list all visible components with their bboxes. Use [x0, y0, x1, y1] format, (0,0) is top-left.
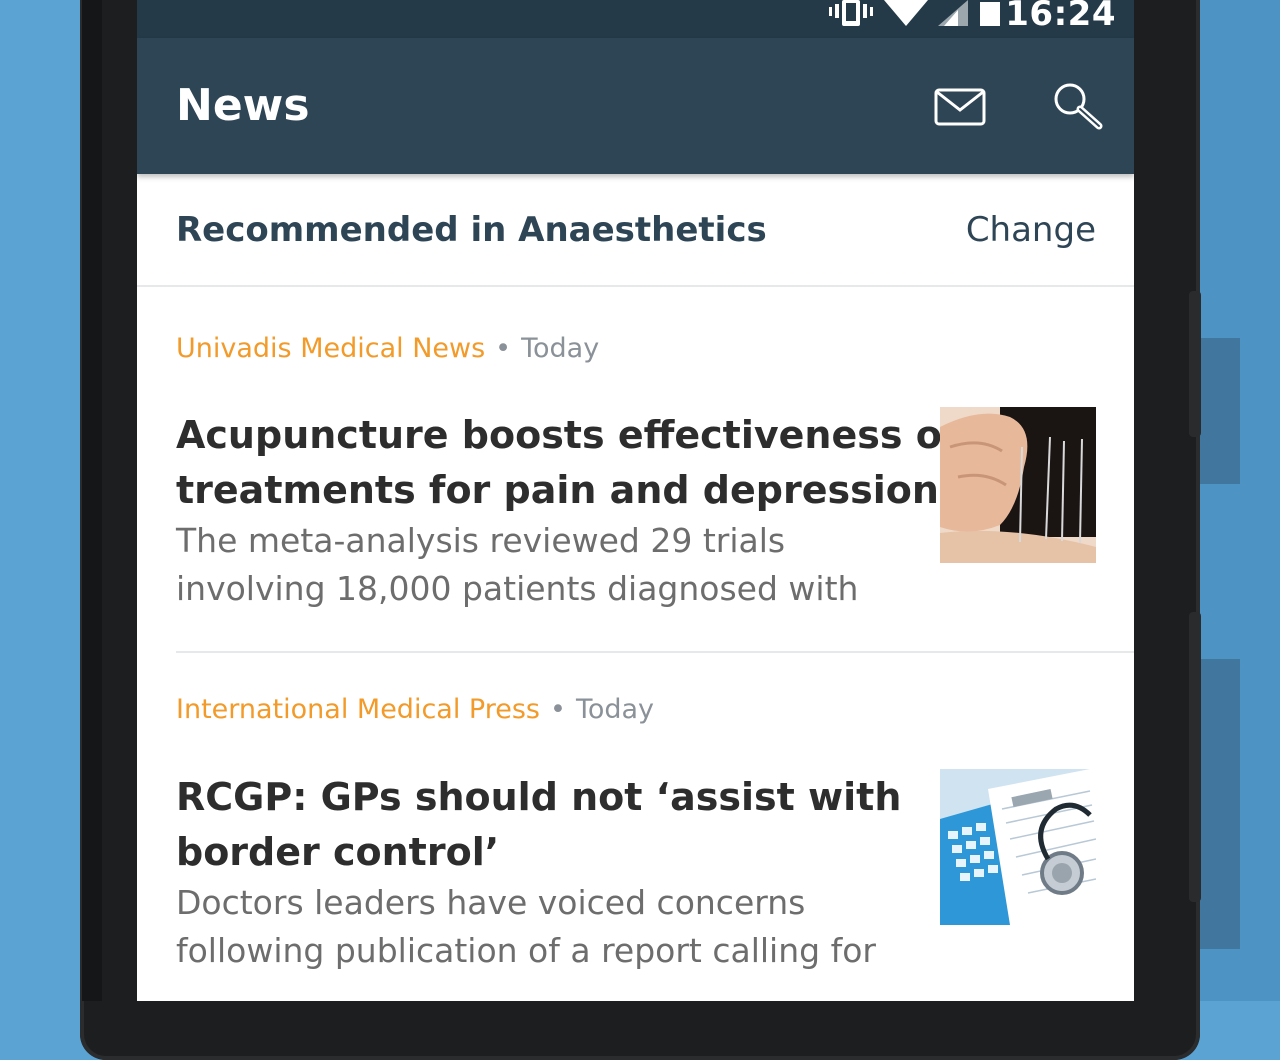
- article-source[interactable]: International Medical Press: [176, 694, 540, 725]
- vibrate-icon: [829, 0, 873, 26]
- article-card[interactable]: International Medical Press • Today RCGP: …: [137, 653, 1134, 1001]
- app-bar: News: [137, 38, 1134, 174]
- article-age: Today: [521, 333, 600, 364]
- meta-separator: •: [495, 333, 512, 364]
- article-headline[interactable]: Acupuncture boosts effectiveness of trea…: [176, 408, 959, 518]
- app-screen: 16:24 News Recommended in Anaesthetics C…: [137, 0, 1134, 1001]
- article-summary: Doctors leaders have voiced concerns fol…: [176, 879, 896, 975]
- search-button[interactable]: [1049, 80, 1105, 136]
- search-icon: [1054, 83, 1103, 130]
- phone-frame-edge: [82, 0, 102, 1001]
- page-title: News: [176, 80, 310, 131]
- summary-line: The meta-analysis reviewed 29 trials: [176, 521, 786, 560]
- article-meta: International Medical Press • Today: [176, 694, 654, 725]
- summary-line: Doctors leaders have voiced concerns: [176, 883, 806, 922]
- summary-line: following publication of a report callin…: [176, 931, 876, 970]
- headline-line: treatments for pain and depression: [176, 468, 939, 512]
- battery-icon: [980, 2, 1000, 26]
- wifi-icon: [884, 0, 928, 26]
- meta-separator: •: [550, 694, 566, 725]
- headline-line: Acupuncture boosts effectiveness of: [176, 413, 959, 457]
- article-headline[interactable]: RCGP: GPs should not ‘assist with border…: [176, 770, 902, 880]
- headline-line: RCGP: GPs should not ‘assist with: [176, 775, 902, 819]
- article-meta: Univadis Medical News • Today: [176, 333, 599, 364]
- button-shadow-upper: [1200, 338, 1240, 484]
- side-button-power: [1189, 291, 1201, 437]
- status-icons: [828, 0, 1002, 30]
- article-age: Today: [575, 694, 655, 725]
- side-button-volume: [1189, 612, 1201, 902]
- cell-signal-icon: [938, 0, 968, 26]
- section-header: Recommended in Anaesthetics Change: [137, 174, 1134, 287]
- status-time: 16:24: [1005, 0, 1116, 34]
- article-summary: The meta-analysis reviewed 29 trials inv…: [176, 517, 896, 613]
- status-bar: 16:24: [137, 0, 1134, 38]
- mail-button[interactable]: [933, 80, 989, 136]
- article-card[interactable]: Univadis Medical News • Today Acupuncture …: [137, 287, 1134, 651]
- acupuncture-thumbnail[interactable]: [940, 407, 1096, 563]
- headline-line: border control’: [176, 830, 500, 874]
- section-title: Recommended in Anaesthetics: [176, 210, 767, 250]
- medical-billing-thumbnail[interactable]: [940, 769, 1096, 925]
- change-button[interactable]: Change: [966, 210, 1096, 250]
- summary-line: involving 18,000 patients diagnosed with: [176, 569, 859, 608]
- button-shadow-lower: [1200, 659, 1240, 949]
- mail-icon: [934, 88, 986, 126]
- article-source[interactable]: Univadis Medical News: [176, 333, 485, 364]
